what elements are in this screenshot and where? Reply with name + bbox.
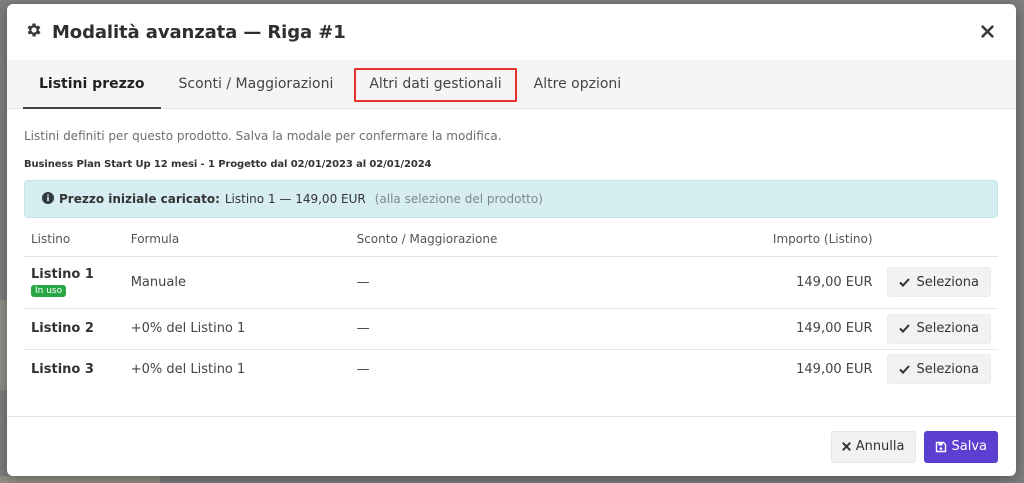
table-row: Listino 1 In uso Manuale — 149,00 EUR Se… [24, 256, 998, 309]
col-formula: Formula [123, 222, 350, 257]
alert-value: Listino 1 — 149,00 EUR [224, 192, 366, 206]
tab-altri-dati-gestionali[interactable]: Altri dati gestionali [349, 60, 521, 108]
tab-bar: Listini prezzo Sconti / Maggiorazioni Al… [7, 60, 1016, 109]
check-icon [898, 277, 910, 287]
alert-note: (alla selezione del prodotto) [374, 192, 543, 206]
close-button[interactable] [977, 22, 997, 42]
close-icon [842, 442, 851, 451]
importo-cell: 149,00 EUR [796, 361, 873, 377]
select-button[interactable]: Seleziona [886, 267, 991, 297]
listino-name: Listino 2 [24, 308, 124, 350]
select-button-label: Seleziona [916, 274, 979, 290]
in-use-badge: In uso [31, 285, 67, 297]
backdrop-strip [0, 300, 7, 390]
check-icon [898, 365, 910, 374]
cancel-button[interactable]: Annulla [830, 430, 916, 463]
listino-cell: Listino 1 In uso [24, 256, 124, 309]
cancel-label: Annulla [855, 439, 905, 454]
info-icon [42, 191, 54, 207]
table-row: Listino 3 +0% del Listino 1 — 149,00 EUR… [24, 349, 998, 389]
sconto-cell: — [349, 256, 629, 309]
action-cell: Seleziona [879, 256, 998, 309]
modal-header: Modalità avanzata — Riga #1 [7, 4, 1016, 60]
listino-name: Listino 3 [31, 361, 94, 377]
col-listino: Listino [24, 222, 124, 257]
col-importo: Importo (Listino) [628, 222, 880, 257]
hint-text: Listini definiti per questo prodotto. Sa… [24, 129, 502, 143]
close-icon[interactable] [980, 23, 994, 42]
importo-cell: 149,00 EUR [628, 256, 880, 309]
select-button-label: Seleziona [916, 361, 979, 377]
col-sconto: Sconto / Maggiorazione [349, 222, 629, 257]
title-wrap: Modalità avanzata — Riga #1 [25, 21, 346, 43]
info-alert: Prezzo iniziale caricato: Listino 1 — 14… [24, 180, 998, 218]
formula-cell: +0% del Listino 1 [130, 361, 246, 377]
advanced-mode-modal: Modalità avanzata — Riga #1 Listini prez… [7, 4, 1016, 476]
select-button-label: Seleziona [916, 321, 979, 336]
action-cell: Seleziona [879, 308, 998, 350]
tab-altre-opzioni[interactable]: Altre opzioni [522, 60, 638, 108]
sconto-cell: — [349, 308, 629, 350]
price-list-table: Listino Formula Sconto / Maggiorazione I… [24, 222, 998, 389]
table-row: Listino 2 +0% del Listino 1 — 149,00 EUR… [24, 308, 998, 350]
action-cell: Seleziona [880, 349, 998, 389]
backdrop-strip-bottom [0, 476, 160, 483]
table-header-row: Listino Formula Sconto / Maggiorazione I… [24, 222, 998, 257]
tab-sconti-maggiorazioni[interactable]: Sconti / Maggiorazioni [161, 60, 350, 108]
select-button[interactable]: Seleziona [886, 354, 991, 385]
tab-listini-prezzo[interactable]: Listini prezzo [23, 60, 161, 109]
product-title: Business Plan Start Up 12 mesi - 1 Proge… [24, 159, 432, 170]
importo-cell: 149,00 EUR [628, 308, 880, 350]
floppy-disk-icon [935, 441, 946, 452]
save-button[interactable]: Salva [923, 430, 998, 463]
formula-cell: +0% del Listino 1 [123, 308, 350, 350]
formula-cell: Manuale [123, 256, 350, 309]
check-icon [898, 324, 910, 333]
alert-label: Prezzo iniziale caricato: [59, 192, 220, 206]
save-label: Salva [951, 439, 988, 454]
gear-icon [25, 21, 43, 43]
select-button[interactable]: Seleziona [886, 313, 991, 344]
listino-name: Listino 1 [31, 267, 94, 282]
modal-footer: Annulla Salva [7, 416, 1016, 476]
modal-body: Listini definiti per questo prodotto. Sa… [7, 109, 1016, 389]
col-actions [879, 222, 998, 257]
sconto-cell: — [356, 361, 370, 377]
modal-title: Modalità avanzata — Riga #1 [52, 21, 346, 43]
